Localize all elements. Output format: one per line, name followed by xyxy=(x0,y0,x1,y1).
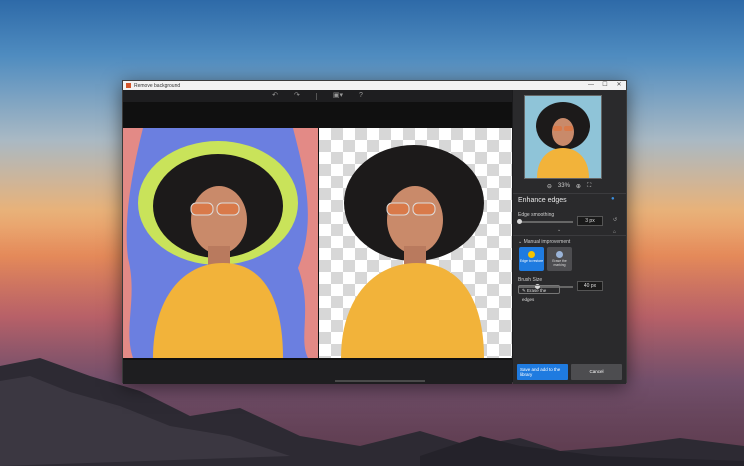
edge-smoothing-slider[interactable] xyxy=(518,221,573,223)
edge-smoothing-knob[interactable] xyxy=(517,219,522,224)
horizontal-scrollbar[interactable] xyxy=(335,380,425,382)
panel-divider xyxy=(513,235,626,236)
edge-smoothing-label: Edge smoothing xyxy=(518,212,555,218)
close-button[interactable]: ✕ xyxy=(612,81,626,90)
info-icon[interactable]: ● xyxy=(611,196,615,202)
minimize-button[interactable]: — xyxy=(584,81,598,90)
restore-brush-icon xyxy=(528,251,535,258)
properties-panel: ⊖ 33% ⊕ ⛶ Enhance edges ● Edge smoothing… xyxy=(513,90,626,384)
app-icon xyxy=(126,83,131,88)
compare-view-icon[interactable]: ▣▾ xyxy=(333,90,343,102)
remove-background-window: Remove background — ☐ ✕ ↶ ↷ ▣▾ ? ⊖ 33% ⊕… xyxy=(122,80,627,384)
zoom-level: 33% xyxy=(557,183,570,189)
brush-size-label: Brush Size xyxy=(518,277,543,283)
toolbar-divider xyxy=(315,92,317,100)
preview-thumbnail[interactable] xyxy=(524,95,602,179)
canvas-status-bar xyxy=(123,360,512,384)
cancel-button[interactable]: Cancel xyxy=(571,364,622,380)
edge-to-restore-button[interactable]: Edge to restore xyxy=(519,247,544,271)
brush-size-value[interactable]: 40 px xyxy=(577,281,603,291)
zoom-controls: ⊖ 33% ⊕ ⛶ xyxy=(519,181,619,191)
redo-icon[interactable]: ↷ xyxy=(294,90,300,102)
enhance-edges-title: Enhance edges xyxy=(518,197,567,204)
mask-view-pane[interactable] xyxy=(123,128,318,358)
mask-view-image xyxy=(126,128,308,358)
title-bar: Remove background — ☐ ✕ xyxy=(123,81,626,90)
erase-edges-button[interactable]: ✎ Erase the edges xyxy=(518,285,560,302)
save-and-add-button[interactable]: Save and add to the library xyxy=(517,364,568,380)
eraser-icon xyxy=(556,251,563,258)
edge-smoothing-value[interactable]: 3 px xyxy=(577,216,603,226)
editor-toolbar: ↶ ↷ ▣▾ ? xyxy=(123,90,512,102)
zoom-in-icon[interactable]: ⊕ xyxy=(576,183,581,190)
undo-icon[interactable]: ↶ xyxy=(272,90,278,102)
canvas-area[interactable] xyxy=(123,102,512,360)
reset-icon[interactable]: ↺ xyxy=(613,217,617,223)
maximize-button[interactable]: ☐ xyxy=(598,81,612,90)
manual-improvement-title: ⌄ Manual improvement xyxy=(518,239,571,245)
help-button[interactable]: ? xyxy=(359,90,363,102)
erase-marking-label: Erase the marking xyxy=(552,259,567,267)
erase-marking-button[interactable]: Erase the marking xyxy=(547,247,572,271)
thumbnail-image xyxy=(536,102,590,178)
collapse-chevron-icon[interactable]: ⌄ xyxy=(557,227,561,233)
panel-divider xyxy=(513,193,626,194)
zoom-out-icon[interactable]: ⊖ xyxy=(547,183,552,190)
manual-improvement-label: Manual improvement xyxy=(523,239,571,245)
result-view-pane[interactable] xyxy=(319,128,512,358)
window-title: Remove background xyxy=(134,82,181,89)
fit-screen-icon[interactable]: ⛶ xyxy=(587,183,591,190)
result-view-image xyxy=(341,145,484,358)
edge-to-restore-label: Edge to restore xyxy=(519,259,544,263)
lock-icon[interactable]: ⌂ xyxy=(613,229,616,235)
